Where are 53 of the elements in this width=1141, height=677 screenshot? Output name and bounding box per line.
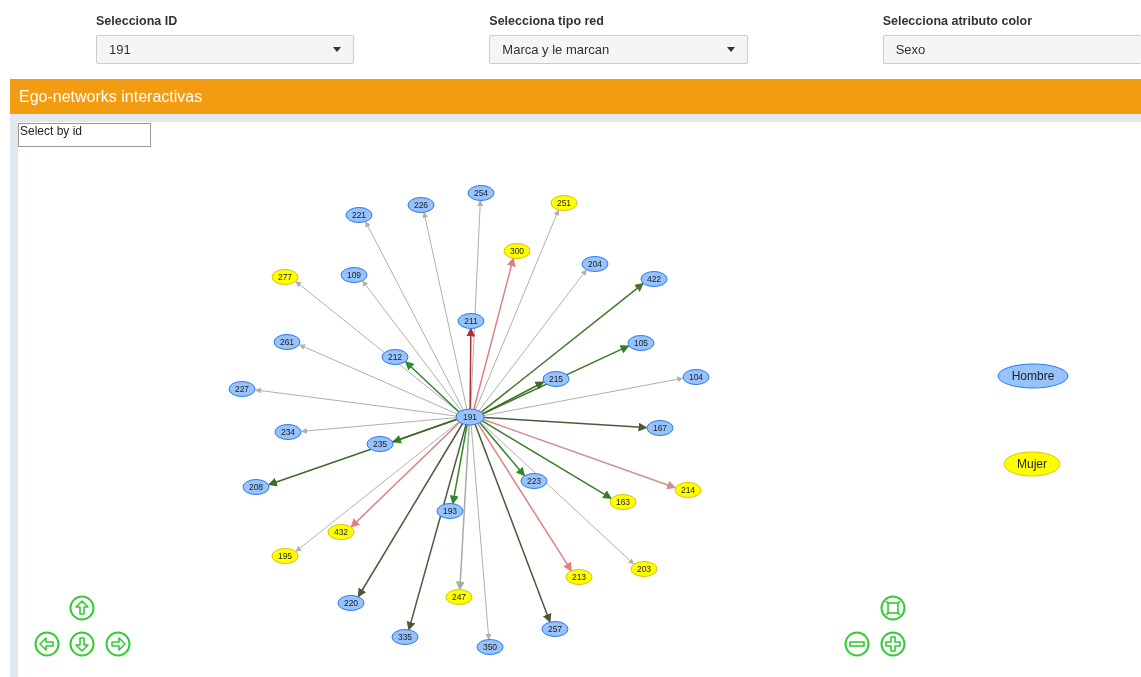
graph-node[interactable]: 234 (274, 424, 302, 440)
graph-node[interactable]: 220 (337, 595, 365, 611)
graph-node[interactable]: 215 (542, 371, 570, 387)
graph-node[interactable]: 277 (271, 269, 299, 285)
caret-icon (726, 47, 735, 52)
graph-node[interactable]: 247 (445, 589, 473, 605)
graph-node[interactable]: 432 (327, 524, 355, 540)
caret-icon (333, 47, 342, 52)
search-field[interactable]: Select by id (18, 123, 151, 147)
dropdown[interactable]: Marca y le marcan (489, 35, 748, 64)
filter-label: Selecciona ID (96, 14, 179, 28)
zoom-out-button[interactable] (844, 631, 870, 657)
graph-node[interactable]: 350 (476, 639, 504, 655)
graph-node[interactable]: 109 (340, 267, 368, 283)
graph-node[interactable]: 300 (503, 243, 531, 259)
graph-node[interactable]: 257 (541, 621, 569, 637)
graph-node[interactable]: 227 (228, 381, 256, 397)
graph-node[interactable]: 167 (646, 420, 674, 436)
graph-node[interactable]: 261 (273, 334, 301, 350)
graph-node[interactable]: 422 (640, 271, 668, 287)
fit-view-button[interactable] (880, 595, 906, 621)
graph-node[interactable]: 104 (682, 369, 710, 385)
graph-node[interactable]: 221 (345, 207, 373, 223)
down-arrow-button[interactable] (69, 631, 95, 657)
graph-node[interactable]: 163 (609, 494, 637, 510)
graph-node[interactable]: 203 (630, 561, 658, 577)
graph-node[interactable]: 212 (381, 349, 409, 365)
left-arrow-button[interactable] (34, 631, 60, 657)
graph-node[interactable]: 226 (407, 197, 435, 213)
right-arrow-button[interactable] (105, 631, 131, 657)
up-arrow-button[interactable] (69, 595, 95, 621)
legend-node: Hombre (997, 363, 1069, 389)
graph-node[interactable]: 251 (550, 195, 578, 211)
graph-node[interactable]: 235 (366, 436, 394, 452)
graph-node[interactable]: 335 (391, 629, 419, 645)
graph-node[interactable]: 191 (455, 408, 485, 426)
dropdown[interactable]: Sexo (882, 35, 1141, 64)
zoom-in-button[interactable] (880, 631, 906, 657)
graph-node[interactable]: 214 (674, 482, 702, 498)
graph-node[interactable]: 195 (271, 548, 299, 564)
panel-header: Ego-networks interactivas (10, 79, 1141, 114)
legend-node: Mujer (1003, 451, 1061, 477)
graph-node[interactable]: 254 (467, 185, 495, 201)
graph-node[interactable]: 193 (436, 503, 464, 519)
filter-label: Selecciona tipo red (489, 14, 605, 28)
graph-node[interactable]: 208 (242, 479, 270, 495)
dropdown[interactable]: 191 (96, 35, 355, 64)
graph-node[interactable]: 204 (581, 256, 609, 272)
graph-node[interactable]: 211 (457, 313, 485, 329)
graph-node[interactable]: 105 (627, 335, 655, 351)
graph-node[interactable]: 223 (520, 473, 548, 489)
filter-label: Selecciona atributo color (882, 14, 1033, 28)
graph-node[interactable]: 213 (565, 569, 593, 585)
